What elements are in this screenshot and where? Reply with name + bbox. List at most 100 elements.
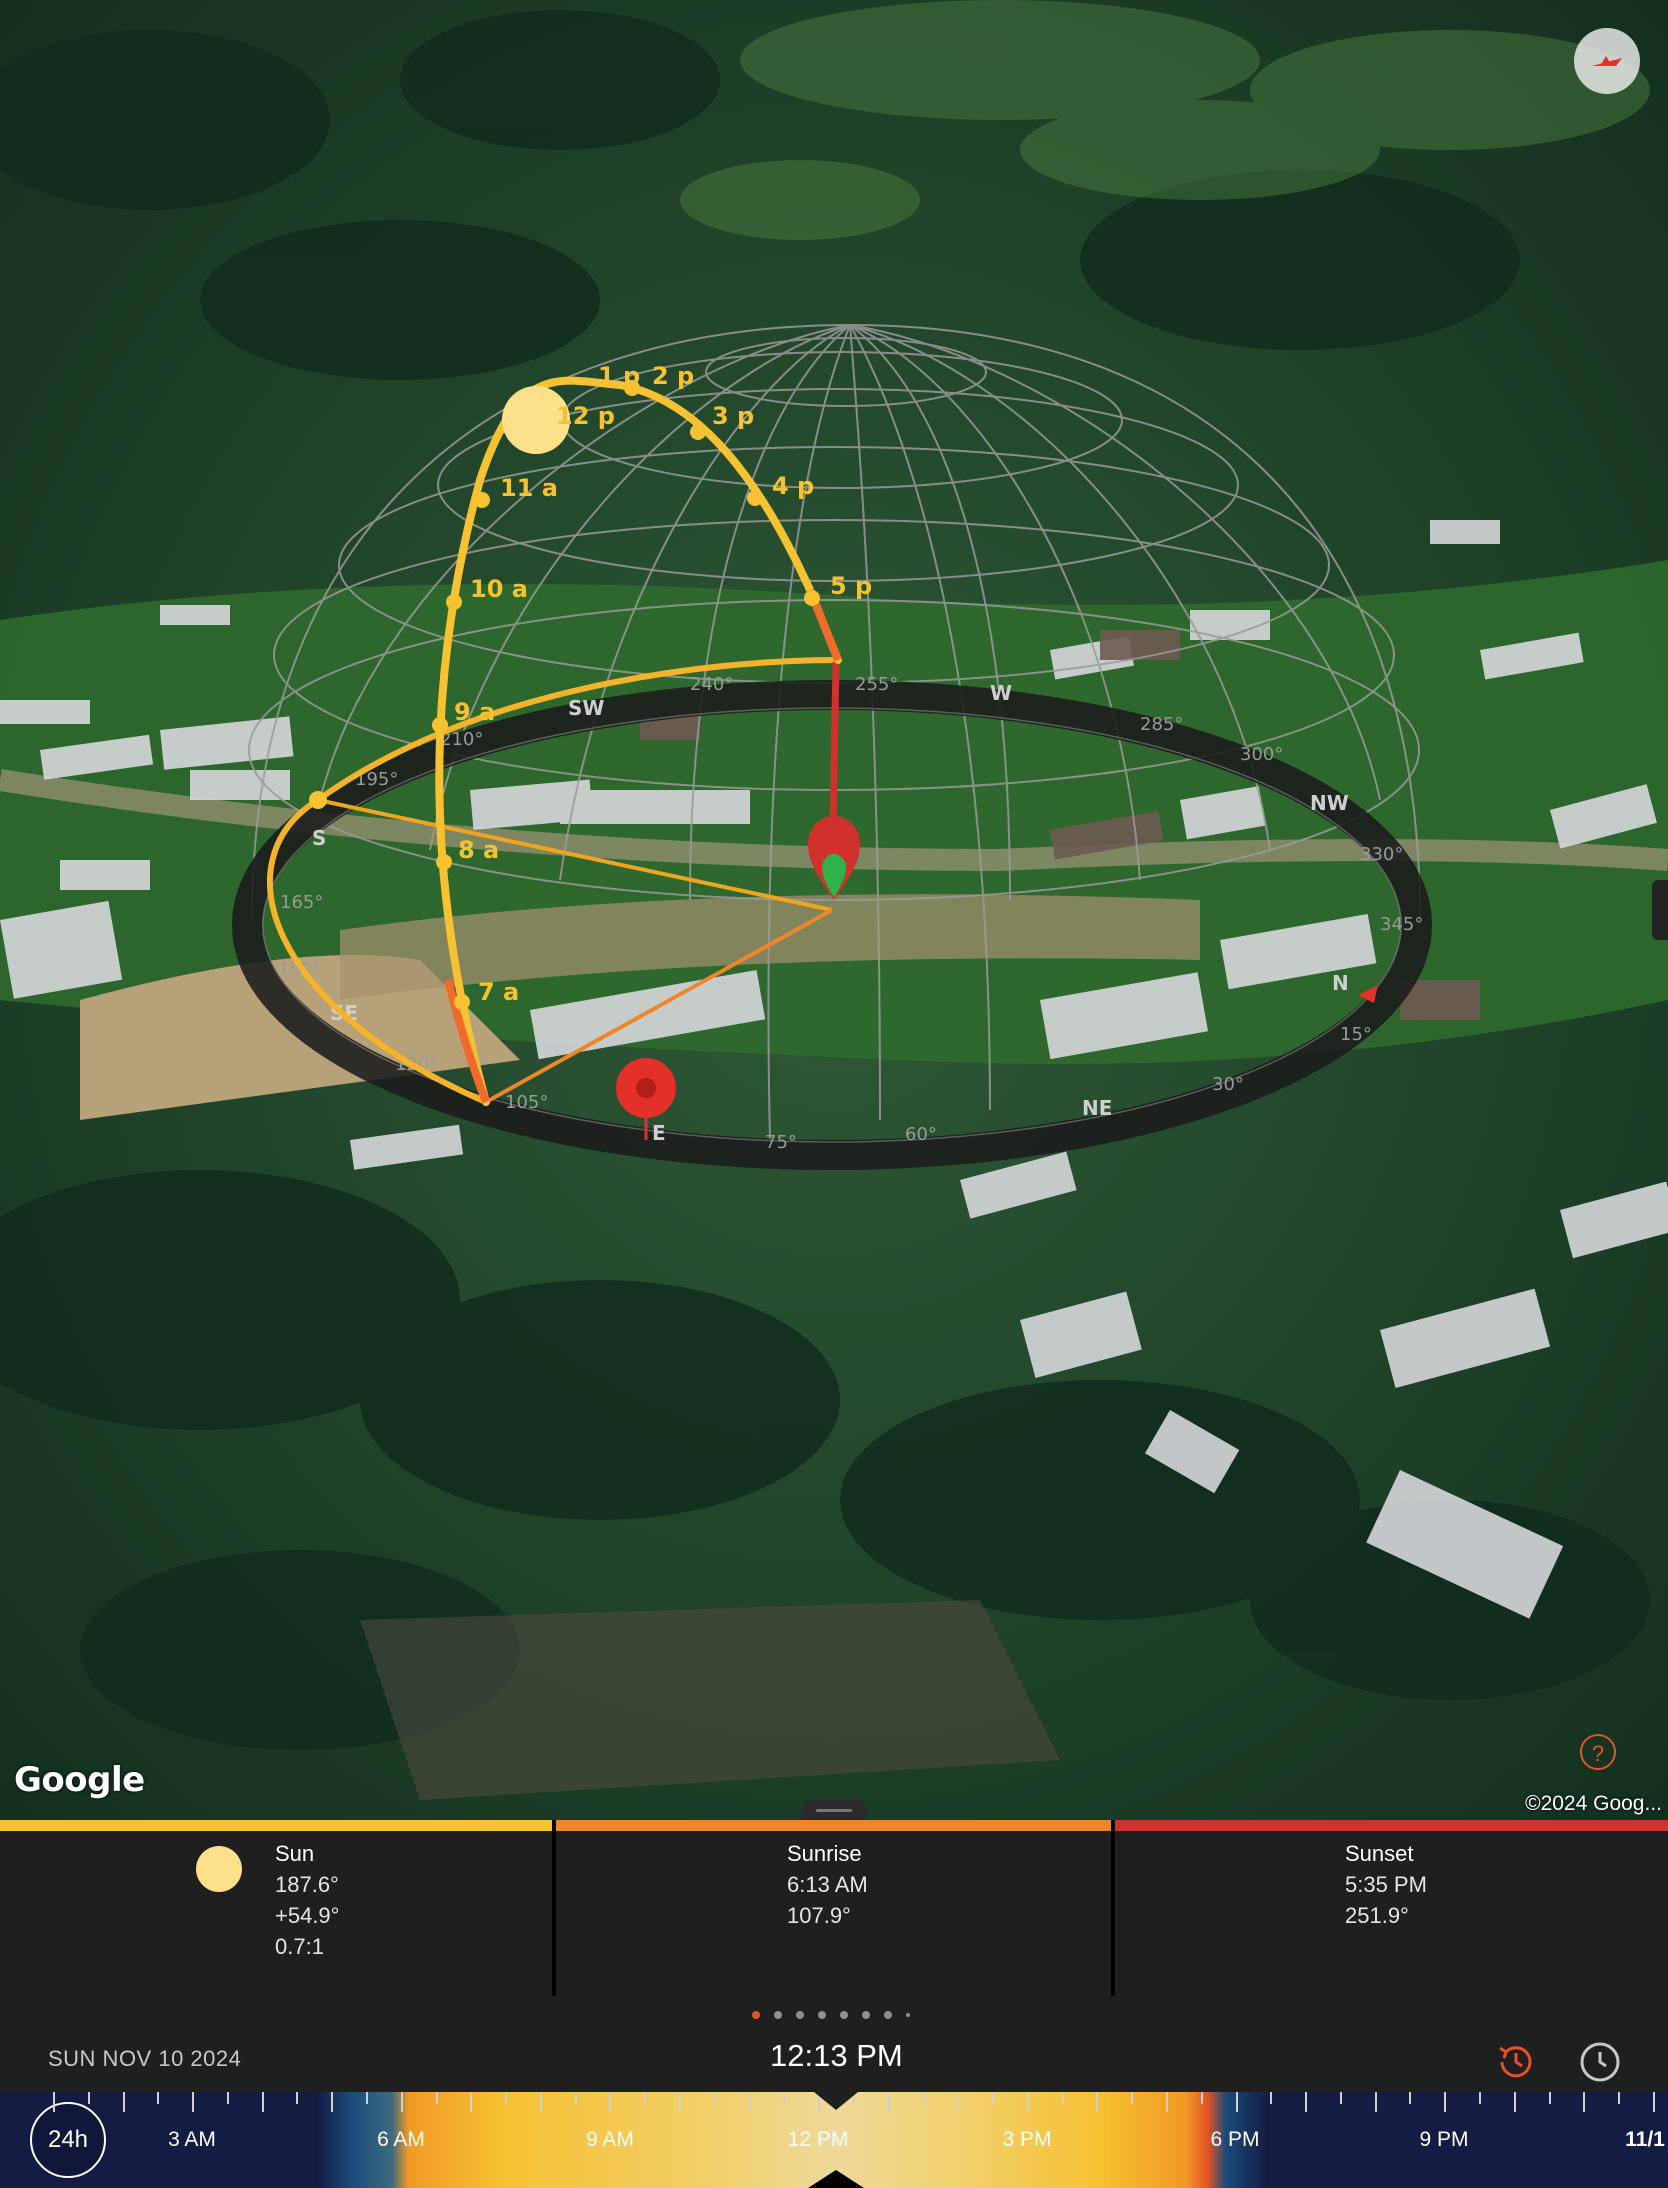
timeline-tick <box>157 2092 160 2104</box>
svg-text:SW: SW <box>568 696 604 720</box>
timeline-tick <box>53 2092 55 2112</box>
timeline-tick <box>1513 2092 1516 2112</box>
timeline-tick <box>505 2092 508 2104</box>
timeline-tick <box>261 2092 264 2112</box>
page-dot[interactable] <box>818 2010 826 2019</box>
svg-text:330°: 330° <box>1360 844 1403 865</box>
timeline-tick <box>922 2092 925 2104</box>
timeline-label-9am: 9 AM <box>586 2128 634 2151</box>
timeline-tick <box>574 2092 577 2104</box>
svg-text:60°: 60° <box>905 1124 937 1145</box>
timeline-tick <box>644 2092 647 2104</box>
timeline-tick <box>1200 2092 1203 2104</box>
timeline-tick <box>1548 2092 1551 2104</box>
google-logo: Google <box>14 1760 145 1800</box>
svg-text:S: S <box>312 826 326 850</box>
timeline-label-6am: 6 AM <box>377 2128 425 2151</box>
timeline-tick <box>1374 2092 1377 2112</box>
page-dot[interactable] <box>862 2010 870 2019</box>
svg-text:165°: 165° <box>280 892 323 913</box>
page-dot[interactable] <box>752 2010 760 2019</box>
timeline-tick <box>539 2092 542 2112</box>
timeline-tick <box>679 2092 682 2112</box>
timeline-tick <box>1583 2092 1586 2112</box>
svg-text:105°: 105° <box>505 1092 548 1113</box>
timeline-tick <box>226 2092 229 2104</box>
timeline-tick <box>1131 2092 1134 2104</box>
date-label[interactable]: SUN NOV 10 2024 <box>48 2046 241 2072</box>
timeline-label-6pm: 6 PM <box>1210 2128 1260 2151</box>
page-dot[interactable] <box>884 2010 892 2019</box>
timeline-tick <box>609 2092 612 2112</box>
timeline-tick <box>1026 2092 1029 2112</box>
sun-panel[interactable]: Sun 187.6° +54.9° 0.7:1 <box>0 1820 552 1996</box>
svg-text:12 p: 12 p <box>556 402 615 430</box>
svg-text:2 p: 2 p <box>652 362 694 390</box>
svg-text:W: W <box>990 681 1012 705</box>
time-label[interactable]: 12:13 PM <box>770 2038 903 2074</box>
sunset-azimuth: 251.9° <box>1345 1903 1409 1928</box>
timeline-tick <box>1305 2092 1308 2112</box>
24h-mode-button[interactable]: 24h <box>30 2102 106 2178</box>
compass-icon <box>1592 56 1622 66</box>
sunrise-color-bar <box>556 1820 1111 1831</box>
timeline-tick <box>1409 2092 1412 2104</box>
page-dot[interactable] <box>840 2010 848 2019</box>
clock-icon[interactable] <box>1578 2040 1622 2084</box>
timeline-tick <box>1444 2092 1447 2112</box>
svg-text:E: E <box>652 1121 666 1145</box>
compass-button[interactable] <box>1574 28 1640 94</box>
timeline-tick <box>366 2092 369 2104</box>
svg-text:30°: 30° <box>1212 1074 1244 1095</box>
bottom-sheet-drag-handle[interactable] <box>802 1800 866 1820</box>
timeline-tick <box>1061 2092 1064 2104</box>
sun-shadow-ratio: 0.7:1 <box>275 1934 324 1959</box>
svg-text:15°: 15° <box>1340 1024 1372 1045</box>
timeline-tick <box>1652 2092 1655 2112</box>
svg-text:75°: 75° <box>765 1132 797 1153</box>
timeline-tick <box>748 2092 751 2112</box>
sun-color-bar <box>0 1820 552 1831</box>
svg-text:285°: 285° <box>1140 714 1183 735</box>
svg-text:7 a: 7 a <box>478 978 519 1006</box>
sunset-color-bar <box>1115 1820 1668 1831</box>
svg-text:NE: NE <box>1082 1096 1112 1120</box>
timeline-label-12pm: 12 PM <box>787 2128 849 2151</box>
side-panel-handle[interactable] <box>1652 880 1668 940</box>
timeline-tick <box>122 2092 125 2112</box>
timeline-tick <box>1270 2092 1273 2104</box>
time-history-icon[interactable] <box>1494 2040 1538 2084</box>
page-dot[interactable] <box>796 2010 804 2019</box>
sunrise-panel[interactable]: Sunrise 6:13 AM 107.9° <box>556 1820 1111 1996</box>
timeline-tick <box>1235 2092 1238 2112</box>
timeline-tick <box>783 2092 786 2104</box>
svg-text:1 p: 1 p <box>598 362 640 390</box>
sun-azimuth: 187.6° <box>275 1872 339 1897</box>
svg-text:10 a: 10 a <box>470 575 528 603</box>
timeline-tick <box>1339 2092 1342 2104</box>
sunrise-azimuth: 107.9° <box>787 1903 851 1928</box>
sun-title: Sun <box>275 1841 315 1866</box>
page-indicator[interactable] <box>752 2006 924 2020</box>
satellite-map-view[interactable]: 15° 30° 60° 75° 105° 120° 150° 165° 195°… <box>0 0 1668 1820</box>
page-dot[interactable] <box>906 2012 910 2017</box>
svg-text:255°: 255° <box>855 674 898 695</box>
svg-text:300°: 300° <box>1240 744 1283 765</box>
page-dot[interactable] <box>774 2010 782 2019</box>
timeline-tick <box>1478 2092 1481 2104</box>
timeline-label-3pm: 3 PM <box>1002 2128 1052 2151</box>
timeline-label-9pm: 9 PM <box>1419 2128 1469 2151</box>
sunset-panel[interactable]: Sunset 5:35 PM 251.9° <box>1115 1820 1668 1996</box>
svg-text:345°: 345° <box>1380 914 1423 935</box>
help-button[interactable]: ? <box>1580 1734 1616 1770</box>
info-panels: Sun 187.6° +54.9° 0.7:1 Sunrise 6:13 AM … <box>0 1820 1668 1996</box>
timeline-tick <box>470 2092 473 2112</box>
svg-text:NW: NW <box>1310 791 1349 815</box>
timeline-pointer-top <box>814 2092 858 2110</box>
svg-text:9 a: 9 a <box>454 698 495 726</box>
timeline-tick <box>887 2092 890 2112</box>
sun-icon <box>196 1846 242 1892</box>
timeline-tick <box>296 2092 299 2104</box>
timeline-tick <box>1096 2092 1099 2112</box>
svg-text:N: N <box>1332 971 1349 995</box>
